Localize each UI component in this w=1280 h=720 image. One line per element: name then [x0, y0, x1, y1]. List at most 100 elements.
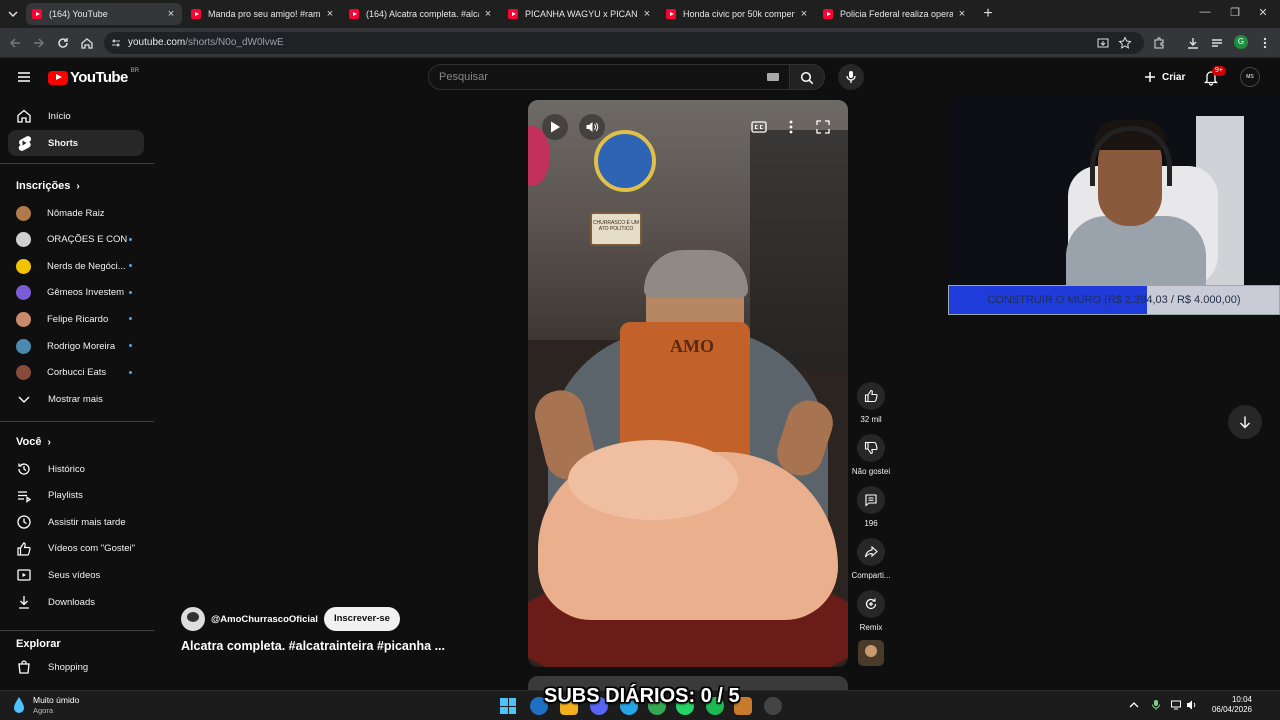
browser-tab[interactable]: PICANHA WAGYU x PICANHA (×: [502, 3, 658, 25]
close-tab-icon[interactable]: ×: [325, 9, 335, 20]
sidebar-subscription-item[interactable]: Corbucci Eats: [8, 360, 144, 386]
network-icon[interactable]: [1170, 699, 1182, 711]
you-heading-label: Você: [16, 436, 42, 448]
dislike-button[interactable]: [857, 434, 885, 462]
weather-widget[interactable]: Muito úmido Agora: [12, 695, 79, 715]
short-video-player[interactable]: CHURRASCO É UM ATO POLÍTICO AMO: [528, 100, 848, 667]
new-tab-button[interactable]: +: [980, 6, 996, 22]
more-options-icon[interactable]: [782, 118, 800, 136]
share-button[interactable]: [857, 538, 885, 566]
url-text[interactable]: youtube.com/shorts/N0o_dW0lvwE: [128, 37, 284, 48]
youtube-favicon-icon: [349, 9, 359, 19]
sidebar-item-your-videos[interactable]: Seus vídeos: [8, 562, 144, 588]
share-icon: [864, 545, 878, 558]
keyboard-icon[interactable]: [767, 73, 779, 81]
sidebar-subscription-item[interactable]: ORAÇÕES E CON...: [8, 227, 144, 253]
bookmark-star-icon[interactable]: [1118, 36, 1132, 50]
forward-icon[interactable]: [32, 36, 46, 50]
sidebar-item-playlists[interactable]: Playlists: [8, 483, 144, 509]
play-button[interactable]: [542, 114, 568, 140]
humidity-icon: [14, 697, 24, 713]
minimize-icon[interactable]: —: [1198, 6, 1212, 20]
youtube-header: YouTube BR Criar 9+ MS: [0, 58, 1280, 96]
sidebar-divider: [0, 421, 154, 422]
home-browser-icon[interactable]: [80, 36, 94, 50]
omnibox[interactable]: youtube.com/shorts/N0o_dW0lvwE: [104, 32, 1144, 54]
browser-tab[interactable]: Policia Federal realiza operação ×: [817, 3, 973, 25]
sidebar-subscription-item[interactable]: Gêmeos Investem: [8, 280, 144, 306]
close-tab-icon[interactable]: ×: [483, 9, 493, 20]
donation-goal-bar: CONSTRUIR O MURO (R$ 2.394,03 / R$ 4.000…: [948, 285, 1280, 315]
sidebar-item-shopping[interactable]: Shopping: [8, 654, 144, 680]
channel-name[interactable]: @AmoChurrascoOficial: [211, 614, 318, 625]
sidebar-subscription-item[interactable]: Felipe Ricardo: [8, 306, 144, 332]
search-input[interactable]: [439, 71, 739, 83]
sidebar-item-thumbs-up[interactable]: Vídeos com "Gostei": [8, 536, 144, 562]
audio-source-avatar[interactable]: [858, 640, 884, 666]
like-button[interactable]: [857, 382, 885, 410]
sidebar-item-watch-later[interactable]: Assistir mais tarde: [8, 509, 144, 535]
tab-search-icon[interactable]: [6, 7, 20, 21]
sidebar-item-label: Início: [48, 110, 71, 122]
close-tab-icon[interactable]: ×: [799, 9, 809, 20]
microphone-tray-icon[interactable]: [1150, 699, 1162, 711]
restore-icon[interactable]: ❐: [1228, 6, 1242, 20]
reading-list-icon[interactable]: [1210, 36, 1224, 50]
browser-tab[interactable]: (164) Alcatra completa. #alcatr ×: [343, 3, 499, 25]
browser-tab[interactable]: Honda civic por 50k compensa ×: [660, 3, 815, 25]
voice-search-button[interactable]: [838, 64, 864, 90]
sidebar: Início Shorts Inscrições › Nômade Raiz ORA…: [0, 96, 154, 690]
create-button[interactable]: Criar: [1136, 65, 1193, 89]
sidebar-item-history[interactable]: Histórico: [8, 456, 144, 482]
browser-tab[interactable]: Manda pro seu amigo! #ram #a ×: [185, 3, 341, 25]
sidebar-divider: [0, 163, 154, 164]
sidebar-item-shorts[interactable]: Shorts: [8, 130, 144, 156]
you-heading[interactable]: Você ›: [16, 436, 51, 448]
volume-button[interactable]: [579, 114, 605, 140]
sidebar-subscription-item[interactable]: Rodrigo Moreira: [8, 333, 144, 359]
site-info-icon[interactable]: [110, 37, 122, 49]
browser-menu-icon[interactable]: [1258, 36, 1272, 50]
close-tab-icon[interactable]: ×: [166, 9, 176, 20]
system-clock[interactable]: 10:04 06/04/2026: [1206, 695, 1252, 715]
extensions-icon[interactable]: [1152, 36, 1166, 50]
channel-avatar[interactable]: [181, 607, 205, 631]
close-tab-icon[interactable]: ×: [642, 9, 652, 20]
windows-start-icon[interactable]: [500, 698, 516, 714]
sidebar-item-home[interactable]: Início: [8, 103, 144, 129]
sidebar-subscription-item[interactable]: Nômade Raiz: [8, 200, 144, 226]
close-tab-icon[interactable]: ×: [957, 9, 967, 20]
sidebar-item-label: Shopping: [48, 661, 89, 673]
obs-app-icon[interactable]: [764, 697, 782, 715]
sidebar-item-download[interactable]: Downloads: [8, 589, 144, 615]
create-label: Criar: [1162, 71, 1186, 83]
guide-menu-icon[interactable]: [16, 69, 32, 85]
install-app-icon[interactable]: [1096, 36, 1110, 50]
next-short-button[interactable]: [1228, 405, 1262, 439]
sidebar-item-label: Corbucci Eats: [47, 367, 107, 379]
tray-chevron-up-icon[interactable]: [1128, 699, 1140, 711]
sidebar-subscription-item[interactable]: Nerds de Negóci...: [8, 253, 144, 279]
show-more-button[interactable]: Mostrar mais: [8, 386, 144, 412]
browser-tab[interactable]: (164) YouTube ×: [26, 3, 182, 25]
remix-button[interactable]: [857, 590, 885, 618]
captions-icon[interactable]: [750, 118, 768, 136]
downloads-browser-icon[interactable]: [1186, 36, 1200, 50]
fullscreen-icon[interactable]: [814, 118, 832, 136]
reload-icon[interactable]: [56, 36, 70, 50]
comments-button[interactable]: [857, 486, 885, 514]
youtube-logo[interactable]: YouTube BR: [48, 68, 139, 86]
new-content-dot: [129, 344, 132, 347]
subscriptions-heading[interactable]: Inscrições ›: [16, 180, 80, 192]
weather-title: Muito úmido: [33, 695, 80, 705]
sidebar-item-label: Shorts: [48, 137, 79, 149]
daily-subs-counter: SUBS DIÁRIOS: 0 / 5: [544, 685, 740, 707]
close-window-icon[interactable]: ✕: [1256, 6, 1270, 20]
back-icon[interactable]: [8, 36, 22, 50]
speaker-icon[interactable]: [1186, 699, 1198, 711]
subscribe-button[interactable]: Inscrever-se: [323, 607, 400, 631]
search-button[interactable]: [789, 64, 825, 90]
short-title[interactable]: Alcatra completa. #alcatrainteira #pican…: [181, 639, 445, 653]
browser-profile-avatar[interactable]: G: [1234, 35, 1248, 49]
account-avatar[interactable]: MS: [1240, 67, 1260, 87]
